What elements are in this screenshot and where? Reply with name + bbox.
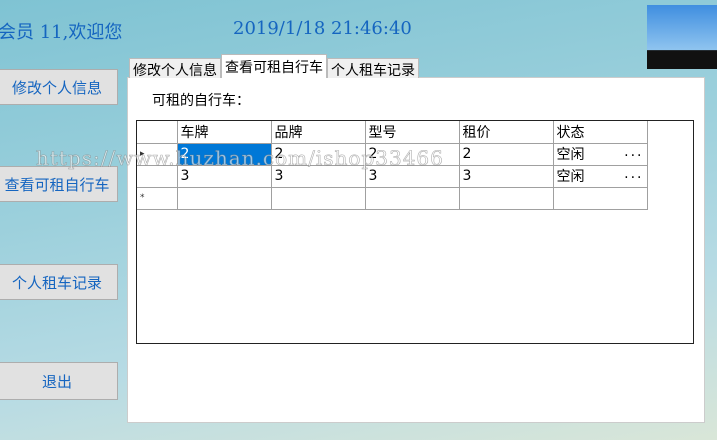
table-cell[interactable]: 2	[458, 142, 554, 166]
new-row[interactable]: *	[137, 186, 648, 210]
tab-view-bikes[interactable]: 查看可租自行车	[221, 54, 327, 78]
new-row-marker[interactable]: *	[137, 186, 178, 210]
table-cell[interactable]: 2	[270, 142, 366, 166]
column-header[interactable]: 品牌	[270, 121, 366, 144]
table-cell[interactable]: 2	[176, 142, 272, 166]
tab-strip: 修改个人信息 查看可租自行车 个人租车记录	[129, 54, 419, 79]
tab-edit-profile[interactable]: 修改个人信息	[129, 58, 221, 79]
tab-rental-records[interactable]: 个人租车记录	[327, 58, 419, 79]
table-cell[interactable]: 3	[176, 164, 272, 188]
edit-profile-button[interactable]: 修改个人信息	[0, 69, 118, 105]
column-header[interactable]: 租价	[458, 121, 554, 144]
column-header[interactable]: 型号	[364, 121, 460, 144]
cyclist-logo-image	[647, 5, 717, 69]
table-cell[interactable]: 空闲...	[552, 142, 648, 166]
ellipsis-button[interactable]: ...	[624, 144, 643, 160]
status-text: 空闲	[556, 147, 585, 163]
table-cell[interactable]: 3	[364, 164, 460, 188]
column-header[interactable]: 状态	[552, 121, 648, 144]
table-cell[interactable]: 2	[364, 142, 460, 166]
welcome-text: 会员 11,欢迎您	[0, 22, 123, 43]
status-text: 空闲	[556, 169, 585, 185]
view-bikes-button[interactable]: 查看可租自行车	[0, 166, 118, 202]
header-row: 车牌 品牌 型号 租价 状态	[137, 121, 648, 144]
table-cell[interactable]: 3	[270, 164, 366, 188]
table-cell[interactable]: 空闲...	[552, 164, 648, 188]
table-cell[interactable]: 3	[458, 164, 554, 188]
column-header[interactable]: 车牌	[176, 121, 272, 144]
rental-records-button[interactable]: 个人租车记录	[0, 264, 118, 300]
bikes-grid[interactable]: 车牌 品牌 型号 租价 状态 ▸ 2 2 2 2 空闲... 3 3 3 3 空…	[136, 120, 694, 344]
exit-button[interactable]: 退出	[0, 362, 118, 400]
ellipsis-button[interactable]: ...	[624, 166, 643, 182]
table-row[interactable]: 3 3 3 3 空闲...	[137, 164, 648, 188]
datetime-text: 2019/1/18 21:46:40	[233, 18, 412, 39]
available-bikes-label: 可租的自行车：	[152, 93, 250, 109]
current-row-marker[interactable]: ▸	[137, 142, 178, 166]
table-row[interactable]: ▸ 2 2 2 2 空闲...	[137, 142, 648, 166]
